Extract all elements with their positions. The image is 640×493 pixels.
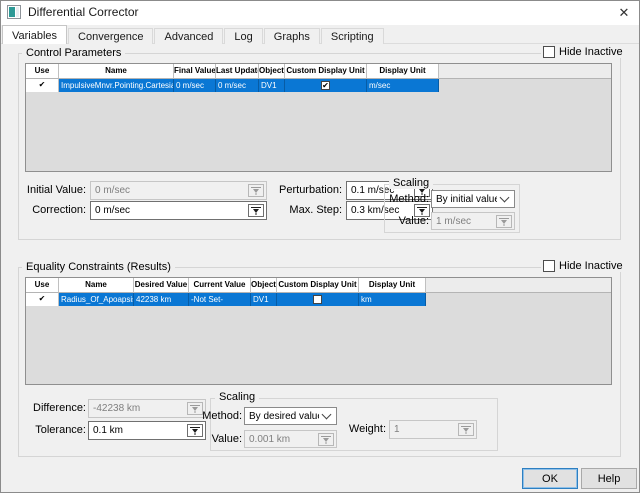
use-checkbox-cell[interactable]: ✔ [26,79,59,92]
tab-convergence[interactable]: Convergence [68,28,153,44]
app-icon [7,5,21,19]
cell-name: ImpulsiveMnvr.Pointing.Cartesian.X [59,79,174,92]
cp-scaling-title: Scaling [389,177,433,189]
cp-scaling-method-value: By initial value [436,194,497,205]
hide-inactive-checkbox[interactable] [543,46,555,58]
table-header-row: Use Name Desired Value Current Value Obj… [26,278,611,293]
tab-graphs[interactable]: Graphs [264,28,320,44]
unit-converter-icon [496,215,512,228]
cell-display-unit: m/sec [367,79,439,92]
tab-scripting[interactable]: Scripting [321,28,384,44]
cp-scaling-method-label: Method: [384,193,429,205]
ec-scaling-method-value: By desired value [249,411,319,422]
table-header-row: Use Name Final Value Last Update Object … [26,64,611,79]
tab-advanced[interactable]: Advanced [154,28,223,44]
chevron-down-icon [500,193,510,203]
ok-button[interactable]: OK [522,468,578,489]
perturbation-label: Perturbation: [256,184,342,196]
ec-scaling-title: Scaling [215,391,259,403]
cp-scaling-method-combo[interactable]: By initial value [431,190,515,208]
col-object[interactable]: Object [259,64,285,79]
header-filler [439,64,611,79]
table-row[interactable]: ✔ ImpulsiveMnvr.Pointing.Cartesian.X 0 m… [26,79,611,92]
unit-converter-icon [458,423,474,436]
col-final-value[interactable]: Final Value [174,64,216,79]
col-object[interactable]: Object [251,278,277,293]
cp-scaling-value-field: 1 m/sec [431,212,515,230]
col-custom-display-unit[interactable]: Custom Display Unit [285,64,367,79]
ec-scaling-method-label: Method: [198,410,242,422]
col-desired-value[interactable]: Desired Value [134,278,189,293]
initial-value-text: 0 m/sec [95,185,248,196]
cp-scaling-value-text: 1 m/sec [436,216,496,227]
col-current-value[interactable]: Current Value [189,278,251,293]
tolerance-field[interactable]: 0.1 km [88,421,206,440]
col-use[interactable]: Use [26,278,59,293]
col-display-unit[interactable]: Display Unit [367,64,439,79]
difference-field: -42238 km [88,399,206,418]
col-display-unit[interactable]: Display Unit [359,278,426,293]
col-use[interactable]: Use [26,64,59,79]
weight-label: Weight: [346,423,386,435]
control-parameters-table: Use Name Final Value Last Update Object … [25,63,612,172]
ec-scaling-value-text: 0.001 km [249,434,318,445]
cell-name: Radius_Of_Apoapsis [59,293,134,306]
cell-desired-value: 42238 km [134,293,189,306]
initial-value-label: Initial Value: [6,184,86,196]
custom-unit-checkbox[interactable] [313,295,322,304]
cell-current-value: -Not Set- [189,293,251,306]
equality-constraints-title: Equality Constraints (Results) [22,261,175,273]
correction-label: Correction: [6,204,86,216]
correction-field[interactable]: 0 m/sec [90,201,267,220]
difference-text: -42238 km [93,403,187,414]
cp-scaling-value-label: Value: [384,215,429,227]
ec-scaling-method-combo[interactable]: By desired value [244,407,337,425]
cell-object: DV1 [251,293,277,306]
weight-field: 1 [389,420,477,439]
cell-last-update: 0 m/sec [216,79,259,92]
cell-display-unit: km [359,293,426,306]
initial-value-field: 0 m/sec [90,181,267,200]
help-button[interactable]: Help [581,468,637,489]
tolerance-label: Tolerance: [4,424,86,436]
max-step-label: Max. Step: [256,204,342,216]
col-name[interactable]: Name [59,64,174,79]
window-title: Differential Corrector [28,5,138,19]
col-last-update[interactable]: Last Update [216,64,259,79]
col-name[interactable]: Name [59,278,134,293]
header-filler [426,278,611,293]
hide-inactive-label: Hide Inactive [559,260,623,272]
col-custom-display-unit[interactable]: Custom Display Unit [277,278,359,293]
hide-inactive-control[interactable]: Hide Inactive [541,46,625,58]
tab-strip: Variables Convergence Advanced Log Graph… [2,26,385,44]
equality-constraints-table: Use Name Desired Value Current Value Obj… [25,277,612,385]
use-checkbox-cell[interactable]: ✔ [26,293,59,306]
weight-text: 1 [394,424,458,435]
control-parameters-title: Control Parameters [22,47,125,59]
chevron-down-icon [322,410,332,420]
ec-scaling-value-label: Value: [198,433,242,445]
custom-unit-checkbox[interactable]: ✔ [321,81,330,90]
close-icon[interactable]: ✕ [608,0,640,25]
hide-inactive-label: Hide Inactive [559,46,623,58]
cell-final-value: 0 m/sec [174,79,216,92]
ec-scaling-value-field: 0.001 km [244,430,337,448]
difference-label: Difference: [4,402,86,414]
tab-log[interactable]: Log [224,28,262,44]
hide-inactive-constraints[interactable]: Hide Inactive [541,260,625,272]
correction-text: 0 m/sec [95,205,248,216]
table-row[interactable]: ✔ Radius_Of_Apoapsis 42238 km -Not Set- … [26,293,611,306]
unit-converter-icon [318,433,334,446]
tab-variables[interactable]: Variables [2,25,67,44]
tolerance-text: 0.1 km [93,425,187,436]
cell-object: DV1 [259,79,285,92]
cell-custom-display-unit[interactable] [277,293,359,306]
title-bar: Differential Corrector ✕ [0,0,640,25]
hide-inactive-checkbox[interactable] [543,260,555,272]
cell-custom-display-unit[interactable]: ✔ [285,79,367,92]
